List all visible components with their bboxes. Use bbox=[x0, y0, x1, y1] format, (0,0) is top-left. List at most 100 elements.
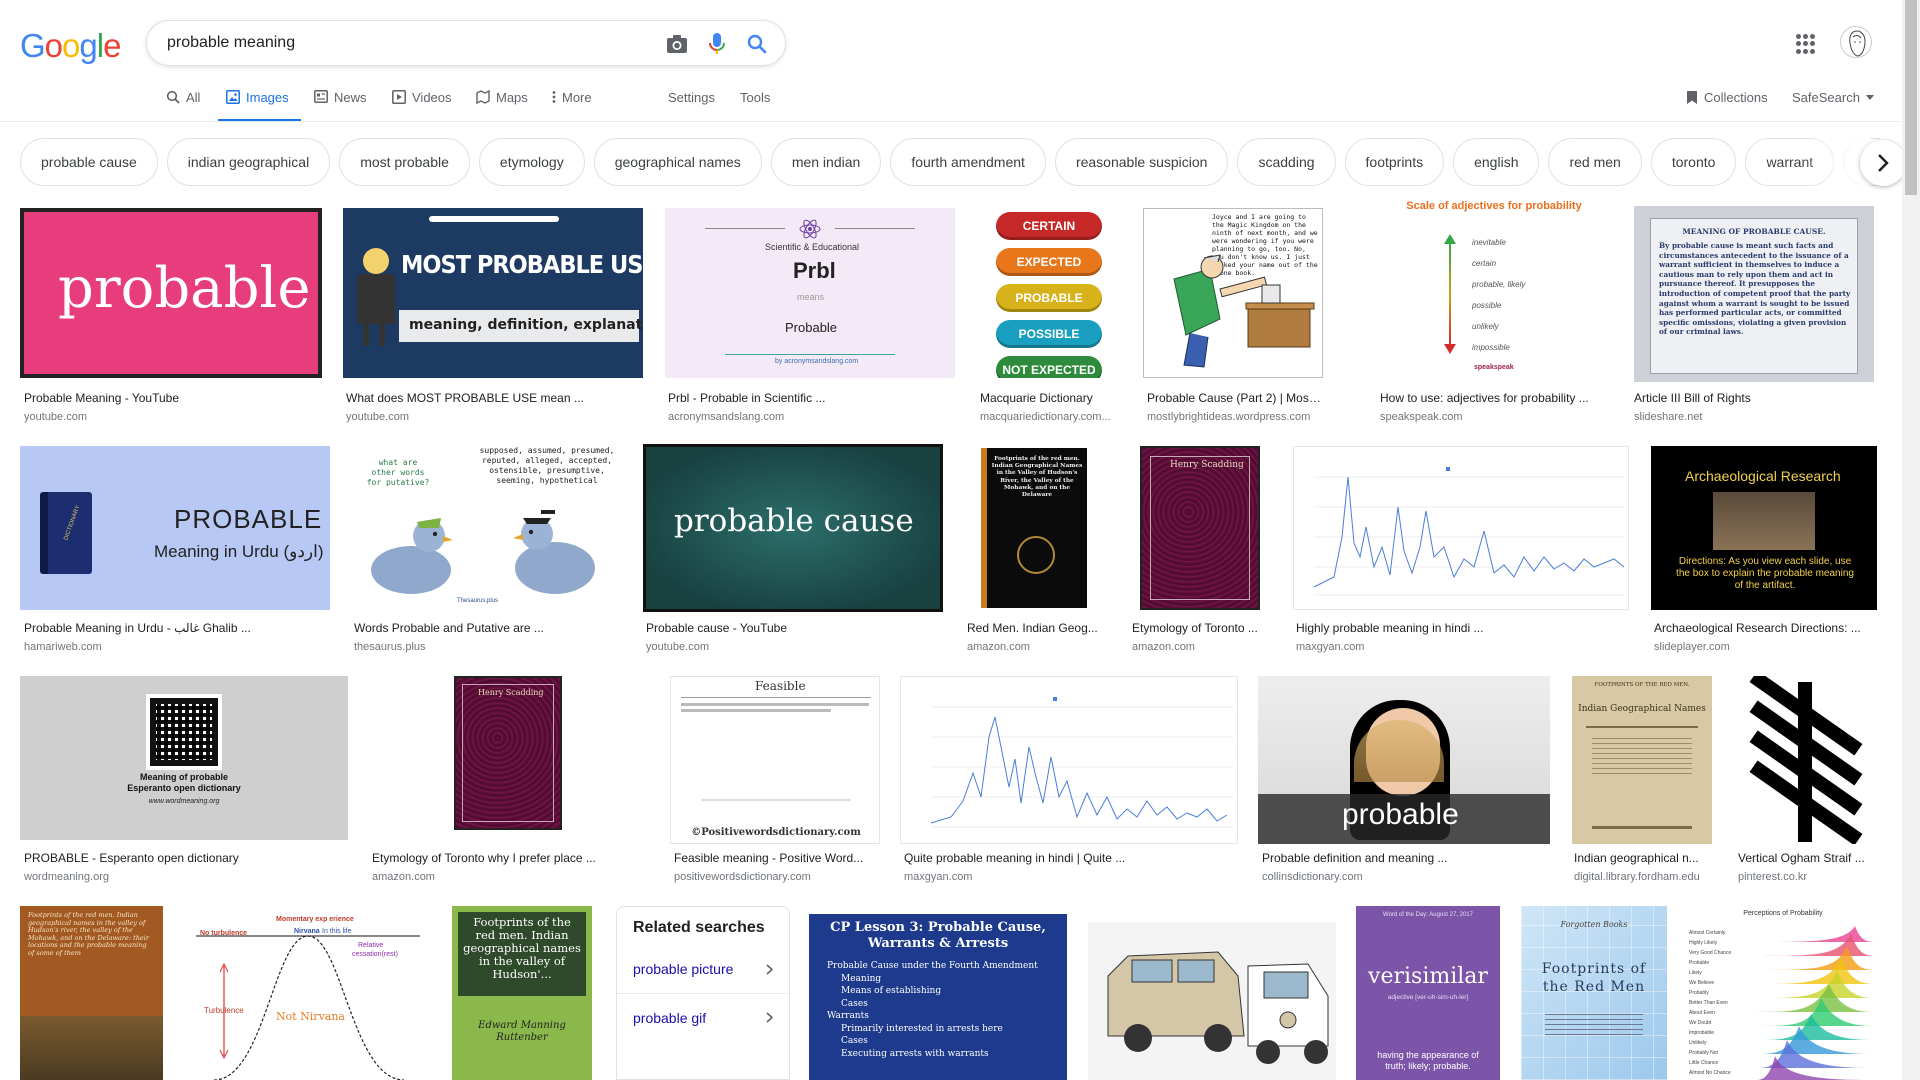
image-result[interactable]: Highly probable meaning in hindi ... max… bbox=[1293, 446, 1629, 658]
google-apps-icon[interactable] bbox=[1796, 34, 1816, 54]
result-title[interactable]: Archaeological Research Directions: ... bbox=[1654, 621, 1877, 635]
result-title[interactable]: Red Men. Indian Geog... bbox=[967, 621, 1107, 635]
image-result[interactable]: Vertical Ogham Straif ... pinterest.co.k… bbox=[1734, 676, 1878, 888]
chip[interactable]: indian geographical bbox=[166, 138, 331, 186]
safesearch-dropdown[interactable]: SafeSearch bbox=[1792, 90, 1874, 105]
result-title[interactable]: Probable Meaning in Urdu - غالب Ghalib .… bbox=[24, 621, 330, 635]
chip[interactable]: probable cause bbox=[20, 138, 158, 186]
avatar[interactable] bbox=[1840, 26, 1872, 58]
image-result[interactable]: Quite probable meaning in hindi | Quite … bbox=[900, 676, 1238, 888]
image-result[interactable]: MOST PROBABLE USE meaning, definition, e… bbox=[343, 208, 643, 428]
related-search-item[interactable]: probable picture bbox=[617, 945, 789, 993]
google-images-page: Google All Images News bbox=[0, 0, 1920, 1080]
thumb-def: having the appearance of truth; likely; … bbox=[1377, 1050, 1479, 1071]
chip[interactable]: reasonable suspicion bbox=[1054, 138, 1229, 186]
image-result[interactable]: Footprints of the red men. Indian geogra… bbox=[20, 906, 163, 1080]
thumb-line bbox=[1586, 726, 1698, 728]
chip[interactable]: footprints bbox=[1344, 138, 1445, 186]
image-result[interactable]: FOOTPRINTS OF THE RED MEN. Indian Geogra… bbox=[1572, 676, 1712, 888]
image-result[interactable]: Joyce and I are going to the Magic Kingd… bbox=[1143, 208, 1323, 428]
page-scrollbar[interactable] bbox=[1902, 0, 1920, 1080]
result-title[interactable]: Etymology of Toronto ... bbox=[1132, 621, 1272, 635]
result-title[interactable]: Quite probable meaning in hindi | Quite … bbox=[904, 851, 1238, 865]
image-result[interactable]: probable cause Probable cause - YouTube … bbox=[643, 444, 943, 658]
presenter-leg bbox=[379, 324, 385, 346]
thumb-subtext: Meaning in Urdu (اردو) bbox=[154, 542, 324, 561]
image-result[interactable]: probable Probable definition and meaning… bbox=[1258, 676, 1550, 888]
scrollbar-thumb[interactable] bbox=[1905, 0, 1917, 195]
tab-images[interactable]: Images bbox=[218, 90, 301, 122]
image-result[interactable]: what are other words for putative? suppo… bbox=[351, 446, 623, 658]
microphone-icon[interactable] bbox=[705, 32, 729, 56]
diagram-label: Not Nirvana bbox=[276, 1010, 345, 1023]
result-title[interactable]: Probable cause - YouTube bbox=[646, 621, 942, 635]
ridge-label: Highly Likely bbox=[1689, 940, 1718, 946]
result-title[interactable]: Highly probable meaning in hindi ... bbox=[1296, 621, 1628, 635]
result-title[interactable]: Feasible meaning - Positive Word... bbox=[674, 851, 880, 865]
result-title[interactable]: Etymology of Toronto why I prefer place … bbox=[372, 851, 650, 865]
tab-videos[interactable]: Videos bbox=[392, 90, 452, 122]
image-result[interactable]: DICTIONARY PROBABLE Meaning in Urdu (ارد… bbox=[20, 446, 330, 658]
result-title[interactable]: Probable definition and meaning ... bbox=[1262, 851, 1550, 865]
result-title[interactable]: Indian geographical n... bbox=[1574, 851, 1712, 865]
chip[interactable]: most probable bbox=[339, 138, 470, 186]
image-result[interactable]: Footprints of the red men. Indian Geogra… bbox=[963, 446, 1107, 658]
chip[interactable]: geographical names bbox=[593, 138, 762, 186]
image-result[interactable]: Feasible ©Positivewordsdictionary.com Fe… bbox=[670, 676, 880, 888]
tools-link[interactable]: Tools bbox=[740, 90, 770, 122]
result-domain: youtube.com bbox=[346, 411, 409, 423]
chip[interactable]: etymology bbox=[478, 138, 585, 186]
result-title[interactable]: PROBABLE - Esperanto open dictionary bbox=[24, 851, 348, 865]
image-result[interactable]: Perceptions of Probability Almost Certai… bbox=[1687, 906, 1879, 1080]
chip[interactable]: scadding bbox=[1237, 138, 1336, 186]
result-title[interactable]: Probable Meaning - YouTube bbox=[24, 391, 320, 405]
thumb-rule bbox=[725, 354, 895, 355]
tab-maps[interactable]: Maps bbox=[476, 90, 528, 122]
chip[interactable]: english bbox=[1453, 138, 1540, 186]
image-result[interactable]: CP Lesson 3: Probable Cause, Warrants & … bbox=[809, 914, 1067, 1080]
related-search-item[interactable]: probable gif bbox=[617, 993, 789, 1041]
image-result[interactable]: Archaeological Research Directions: As y… bbox=[1651, 446, 1877, 658]
result-title[interactable]: Vertical Ogham Straif ... bbox=[1738, 851, 1878, 865]
search-input[interactable] bbox=[167, 31, 637, 55]
image-result[interactable] bbox=[1088, 906, 1336, 1080]
thumb-text: Scale of adjectives for probability bbox=[1406, 200, 1582, 212]
chip[interactable]: men indian bbox=[770, 138, 882, 186]
result-thumbnail: DICTIONARY PROBABLE Meaning in Urdu (ارد… bbox=[20, 446, 330, 610]
chip[interactable]: fourth amendment bbox=[890, 138, 1046, 186]
image-result[interactable]: Scale of adjectives for probability inev… bbox=[1376, 200, 1612, 428]
result-title[interactable]: Words Probable and Putative are ... bbox=[354, 621, 622, 635]
result-title[interactable]: Article III Bill of Rights bbox=[1634, 391, 1874, 405]
diagram-label: Nirvana bbox=[294, 928, 320, 935]
result-title[interactable]: How to use: adjectives for probability .… bbox=[1380, 391, 1612, 405]
result-title[interactable]: Probable Cause (Part 2) | Mostly B... bbox=[1147, 391, 1323, 405]
tab-all[interactable]: All bbox=[166, 90, 200, 122]
chips-next-button[interactable] bbox=[1860, 140, 1906, 186]
chip[interactable]: toronto bbox=[1650, 138, 1737, 186]
image-result[interactable]: Momentary exp erience Nirvana In this li… bbox=[184, 906, 430, 1080]
result-domain: digital.library.fordham.edu bbox=[1574, 871, 1700, 883]
image-result[interactable]: Henry Scadding Etymology of Toronto why … bbox=[368, 676, 650, 888]
image-result[interactable]: Footprints of the red men. Indian geogra… bbox=[452, 906, 592, 1080]
camera-icon[interactable] bbox=[665, 32, 689, 56]
tab-news[interactable]: News bbox=[314, 90, 367, 122]
qr-code bbox=[146, 694, 222, 770]
image-result[interactable]: Forgotten Books Footprints of the Red Me… bbox=[1521, 906, 1667, 1080]
image-result[interactable]: probable Probable Meaning - YouTube yout… bbox=[20, 208, 322, 428]
chip[interactable]: red men bbox=[1548, 138, 1642, 186]
search-submit-icon[interactable] bbox=[745, 32, 769, 56]
result-title[interactable]: Prbl - Probable in Scientific ... bbox=[668, 391, 954, 405]
result-title[interactable]: Macquarie Dictionary bbox=[980, 391, 1120, 405]
image-result[interactable]: Word of the Day: August 27, 2017 verisim… bbox=[1356, 906, 1500, 1080]
result-title[interactable]: What does MOST PROBABLE USE mean ... bbox=[346, 391, 642, 405]
collections-link[interactable]: Collections bbox=[1686, 90, 1768, 105]
image-result[interactable]: CERTAIN EXPECTED PROBABLE POSSIBLE NOT EXPEC… bbox=[976, 208, 1122, 428]
tab-more[interactable]: More bbox=[552, 90, 592, 122]
google-logo[interactable]: Google bbox=[20, 27, 121, 65]
image-result[interactable]: Scientific & Educational Prbl means Prob… bbox=[665, 208, 955, 428]
laurel-emblem bbox=[1017, 536, 1055, 574]
image-result[interactable]: Meaning of probable Esperanto open dicti… bbox=[20, 676, 348, 888]
settings-link[interactable]: Settings bbox=[668, 90, 715, 122]
image-result[interactable]: MEANING OF PROBABLE CAUSE. By probable c… bbox=[1634, 206, 1874, 428]
image-result[interactable]: Henry Scadding Etymology of Toronto ... … bbox=[1128, 446, 1272, 658]
